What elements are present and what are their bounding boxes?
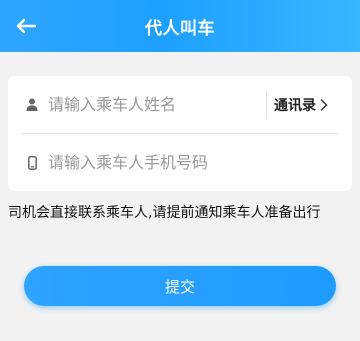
page-title: 代人叫车 <box>145 18 215 39</box>
phone-icon <box>24 155 40 171</box>
vertical-divider <box>266 92 267 118</box>
phone-row <box>8 134 352 191</box>
contacts-label: 通讯录 <box>274 97 316 114</box>
arrow-left-icon <box>16 18 36 34</box>
back-button[interactable] <box>10 10 42 42</box>
passenger-phone-input[interactable] <box>48 147 328 178</box>
contacts-button[interactable]: 通讯录 <box>274 76 328 133</box>
passenger-form-card: 通讯录 <box>8 76 352 191</box>
passenger-name-input[interactable] <box>48 89 258 120</box>
app-header: 代人叫车 <box>0 0 360 52</box>
submit-button[interactable]: 提交 <box>24 266 336 306</box>
notice-text: 司机会直接联系乘车人,请提前通知乘车人准备出行 <box>8 205 321 221</box>
person-icon <box>24 97 40 113</box>
chevron-right-icon <box>320 98 328 111</box>
name-row: 通讯录 <box>8 76 352 133</box>
